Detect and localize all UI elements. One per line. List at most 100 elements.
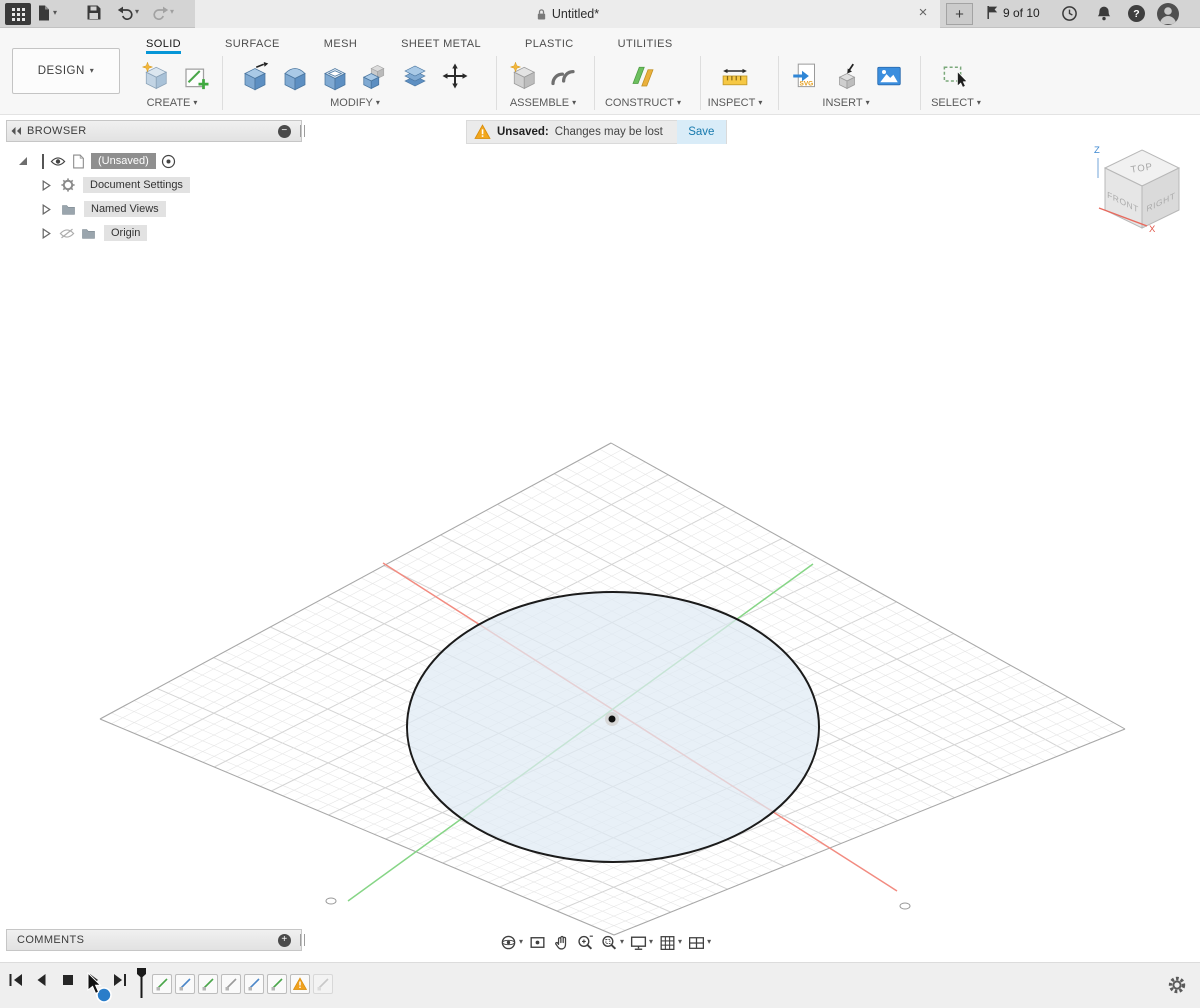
comments-panel-header[interactable]: COMMENTS +	[6, 929, 302, 951]
browser-row-named-views[interactable]: Named Views	[6, 197, 302, 221]
visibility-eye-icon[interactable]	[50, 156, 66, 167]
create-form-tool[interactable]	[138, 58, 172, 94]
new-tab-button[interactable]: +	[946, 3, 973, 25]
canvas-tool[interactable]	[872, 58, 906, 94]
insert-svg-tool[interactable]: SVG	[790, 58, 824, 94]
insert-group-menu[interactable]: INSERT ▾	[822, 97, 869, 109]
comments-panel-title: COMMENTS	[17, 934, 84, 946]
save-button[interactable]	[86, 4, 102, 21]
expand-arrow-icon[interactable]	[42, 180, 51, 191]
timeline-feature-warning-icon[interactable]	[290, 974, 310, 994]
tab-sheet-metal[interactable]: SHEET METAL	[401, 38, 481, 54]
document-tab[interactable]: Untitled* ×	[195, 0, 940, 28]
timeline-feature-sketch-icon[interactable]	[221, 974, 241, 994]
app-grid-icon[interactable]	[5, 3, 31, 25]
undo-button[interactable]: ▾	[117, 4, 139, 20]
measure-tool[interactable]	[718, 58, 752, 94]
timeline-playhead[interactable]	[136, 967, 148, 1001]
file-menu-button[interactable]: ▾	[36, 4, 57, 22]
construct-group-label: CONSTRUCT	[605, 97, 674, 109]
step-back-button[interactable]	[34, 972, 50, 988]
close-tab-icon[interactable]: ×	[914, 4, 932, 21]
fit-button[interactable]: ▾	[599, 932, 625, 953]
visibility-off-eye-icon[interactable]	[59, 228, 75, 239]
tab-solid[interactable]: SOLID	[146, 38, 181, 54]
modify-group-menu[interactable]: MODIFY ▾	[330, 97, 380, 109]
document-root-label[interactable]: (Unsaved)	[91, 153, 156, 169]
press-pull-tool[interactable]	[238, 58, 272, 94]
skip-to-end-button[interactable]	[112, 972, 128, 988]
construct-group-menu[interactable]: CONSTRUCT ▾	[605, 97, 681, 109]
free-saves-badge[interactable]: 9 of 10	[986, 5, 1040, 20]
browser-row-document-settings[interactable]: Document Settings	[6, 173, 302, 197]
collapse-left-icon[interactable]	[11, 126, 22, 136]
browser-panel-header[interactable]: BROWSER −	[6, 120, 302, 142]
activate-radio-icon[interactable]	[161, 154, 176, 169]
stop-button[interactable]	[60, 972, 76, 988]
timeline-feature-sketch-icon[interactable]	[244, 974, 264, 994]
tab-plastic[interactable]: PLASTIC	[525, 38, 574, 54]
sketch-point-right[interactable]	[900, 903, 910, 909]
workspace-selector[interactable]: DESIGN ▾	[12, 48, 120, 94]
create-group-menu[interactable]: CREATE ▾	[147, 97, 198, 109]
combine-tool[interactable]	[358, 58, 392, 94]
tab-utilities[interactable]: UTILITIES	[618, 38, 673, 54]
assemble-group-menu[interactable]: ASSEMBLE ▾	[510, 97, 576, 109]
shell-tool[interactable]	[318, 58, 352, 94]
timeline-feature-sketch-icon[interactable]	[267, 974, 287, 994]
select-tool[interactable]	[938, 58, 972, 94]
minus-icon: −	[281, 126, 287, 136]
skip-to-start-button[interactable]	[8, 972, 24, 988]
timeline-feature-sketch-icon[interactable]	[198, 974, 218, 994]
history-button[interactable]	[1061, 5, 1078, 25]
select-group-menu[interactable]: SELECT ▾	[931, 97, 981, 109]
unsaved-warning-bar: Unsaved: Changes may be lost Save	[466, 120, 727, 144]
browser-row-origin[interactable]: Origin	[6, 221, 302, 245]
grid-settings-button[interactable]: ▾	[657, 932, 683, 953]
account-avatar[interactable]	[1157, 3, 1179, 25]
document-settings-label[interactable]: Document Settings	[83, 177, 190, 193]
grid-icon	[658, 933, 677, 952]
orbit-button[interactable]: ▾	[498, 932, 524, 953]
browser-row-document[interactable]: (Unsaved)	[6, 149, 302, 173]
move-copy-tool[interactable]	[438, 58, 472, 94]
expand-arrow-icon[interactable]	[42, 228, 51, 239]
view-cube[interactable]: Z TOP FRONT RIGHT X	[1085, 132, 1200, 247]
expand-arrow-icon[interactable]	[42, 204, 51, 215]
comments-panel-grip[interactable]	[300, 934, 305, 946]
sketch-point-left[interactable]	[326, 898, 336, 904]
redo-button[interactable]: ▾	[152, 4, 174, 20]
create-sketch-tool[interactable]	[179, 58, 213, 94]
browser-panel-grip[interactable]	[300, 125, 305, 137]
comments-expand-button[interactable]: +	[278, 934, 291, 947]
help-button[interactable]: ?	[1128, 5, 1145, 22]
zoom-button[interactable]	[575, 932, 596, 953]
timeline-feature-sketch-icon[interactable]	[152, 974, 172, 994]
construct-plane-tool[interactable]	[626, 58, 660, 94]
new-component-tool[interactable]	[506, 58, 540, 94]
create-group-label: CREATE	[147, 97, 191, 109]
display-settings-button[interactable]: ▾	[628, 932, 654, 953]
tab-mesh[interactable]: MESH	[324, 38, 357, 54]
pan-button[interactable]	[551, 932, 572, 953]
corner-expand-icon[interactable]	[18, 156, 28, 166]
insert-mesh-tool[interactable]	[830, 58, 864, 94]
origin-label[interactable]: Origin	[104, 225, 147, 241]
timeline-settings-gear-icon[interactable]	[1166, 974, 1188, 996]
offset-face-tool[interactable]	[398, 58, 432, 94]
browser-minimize-button[interactable]: −	[278, 125, 291, 138]
timeline-feature-sketch-icon[interactable]	[175, 974, 195, 994]
tab-surface[interactable]: SURFACE	[225, 38, 280, 54]
group-divider	[700, 56, 701, 110]
timeline-feature-ghost-icon[interactable]	[313, 974, 333, 994]
look-at-button[interactable]	[527, 932, 548, 953]
joint-tool[interactable]	[546, 58, 580, 94]
notifications-button[interactable]	[1096, 5, 1112, 25]
sketch-circle[interactable]	[407, 592, 819, 862]
origin-point[interactable]	[609, 716, 616, 723]
save-link[interactable]: Save	[677, 120, 726, 144]
fillet-tool[interactable]	[278, 58, 312, 94]
inspect-group-menu[interactable]: INSPECT ▾	[708, 97, 763, 109]
named-views-label[interactable]: Named Views	[84, 201, 166, 217]
viewports-button[interactable]: ▾	[686, 932, 712, 953]
